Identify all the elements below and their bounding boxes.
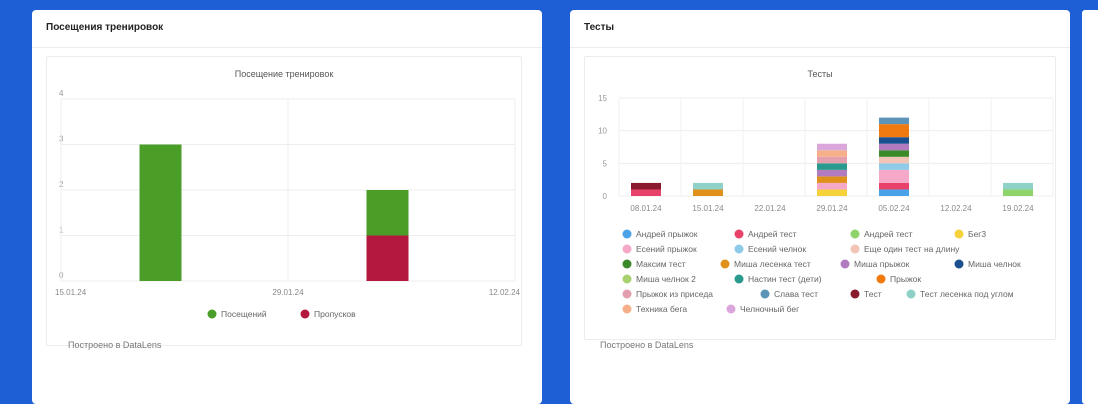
tests-bar xyxy=(817,163,847,170)
tests-legend-label: Миша челнок 2 xyxy=(636,274,696,284)
tests-bar xyxy=(631,182,661,190)
tests-legend-marker xyxy=(876,274,886,284)
tests-legend-marker xyxy=(760,289,770,299)
tests-legend-label: Настин тест (дети) xyxy=(748,274,822,284)
tests-legend-label: Миша челнок xyxy=(968,259,1021,269)
visits-bar xyxy=(139,144,182,281)
visits-x-tick-label: 29.01.24 xyxy=(272,288,304,297)
visits-built-by-label[interactable]: Построено в DataLens xyxy=(68,340,161,350)
tests-bar xyxy=(817,150,847,157)
tests-bar xyxy=(879,124,909,138)
tests-built-by-label[interactable]: Построено в DataLens xyxy=(600,340,693,350)
tests-legend-label: Миша лесенка тест xyxy=(734,259,811,269)
visits-bar xyxy=(366,235,409,281)
tests-legend-marker xyxy=(622,289,632,299)
tests-bar xyxy=(879,150,909,157)
tests-legend-label: Бег3 xyxy=(968,229,986,239)
visits-x-tick-label: 12.02.24 xyxy=(489,288,521,297)
tests-bar xyxy=(817,156,847,164)
tests-panel-title: Тесты xyxy=(570,10,1070,48)
visits-legend-marker xyxy=(300,309,310,319)
tests-y-tick-label: 0 xyxy=(603,192,608,201)
tests-legend-label: Андрей прыжок xyxy=(636,229,698,239)
tests-bar xyxy=(879,163,909,170)
tests-legend-marker xyxy=(734,274,744,284)
visits-legend-label: Посещений xyxy=(221,309,267,319)
tests-x-tick-label: 08.01.24 xyxy=(630,204,662,213)
tests-legend-label: Есений челнок xyxy=(748,244,806,254)
tests-bar xyxy=(693,189,723,196)
tests-legend-label: Техника бега xyxy=(636,304,687,314)
visits-x-tick-label: 15.01.24 xyxy=(55,288,87,297)
tests-bar xyxy=(631,189,661,196)
visits-chart: 0123415.01.2429.01.2412.02.24ПосещенийПр… xyxy=(55,89,521,319)
tests-legend-marker xyxy=(850,229,860,239)
visits-chart-card: Посещение тренировок 0123415.01.2429.01.… xyxy=(46,56,522,346)
tests-legend-marker xyxy=(850,244,860,254)
tests-bar xyxy=(879,156,909,164)
tests-bar xyxy=(879,189,909,196)
tests-legend-label: Максим тест xyxy=(636,259,686,269)
visits-legend-marker xyxy=(207,309,217,319)
tests-x-tick-label: 15.01.24 xyxy=(692,204,724,213)
tests-x-tick-label: 22.01.24 xyxy=(754,204,786,213)
tests-legend-marker xyxy=(734,244,744,254)
tests-legend-marker xyxy=(906,289,916,299)
tests-bar xyxy=(817,189,847,196)
tests-legend-marker xyxy=(840,259,850,269)
tests-bar xyxy=(879,117,909,125)
tests-legend-marker xyxy=(622,304,632,314)
tests-x-tick-label: 29.01.24 xyxy=(816,204,848,213)
visits-panel: Посещения тренировок Посещение тренирово… xyxy=(32,10,542,404)
tests-bar xyxy=(817,182,847,190)
tests-bar xyxy=(1003,189,1033,196)
tests-legend-label: Андрей тест xyxy=(748,229,797,239)
visits-y-tick-label: 4 xyxy=(59,89,64,98)
tests-legend-marker xyxy=(622,274,632,284)
tests-bar xyxy=(817,169,847,177)
tests-legend-label: Слава тест xyxy=(774,289,818,299)
tests-bar xyxy=(879,169,909,183)
tests-legend-label: Челночный бег xyxy=(740,304,799,314)
tests-legend-label: Прыжок из приседа xyxy=(636,289,713,299)
tests-legend-marker xyxy=(622,229,632,239)
tests-x-tick-label: 05.02.24 xyxy=(878,204,910,213)
visits-panel-title: Посещения тренировок xyxy=(32,10,542,48)
tests-bar xyxy=(1003,182,1033,190)
tests-y-tick-label: 15 xyxy=(598,94,607,103)
tests-bar xyxy=(817,176,847,183)
tests-legend-label: Миша прыжок xyxy=(854,259,910,269)
tests-legend-label: Есений прыжок xyxy=(636,244,697,254)
tests-bar xyxy=(879,137,909,144)
tests-legend-marker xyxy=(726,304,736,314)
tests-legend-marker xyxy=(720,259,730,269)
tests-y-tick-label: 10 xyxy=(598,127,607,136)
tests-legend-marker xyxy=(850,289,860,299)
tests-legend-marker xyxy=(622,244,632,254)
tests-x-tick-label: 12.02.24 xyxy=(940,204,972,213)
tests-legend-label: Тест лесенка под углом xyxy=(920,289,1014,299)
tests-chart: 0 5 10 15 08.01.24 15.01.24 22.01.24 29.01.24 05… xyxy=(598,94,1054,314)
tests-legend-label: Прыжок xyxy=(890,274,921,284)
tests-x-tick-label: 19.02.24 xyxy=(1002,204,1034,213)
tests-legend-marker xyxy=(622,259,632,269)
tests-legend-label: Еще один тест на длину xyxy=(864,244,960,254)
tests-legend-marker xyxy=(734,229,744,239)
tests-legend-label: Тест xyxy=(864,289,882,299)
tests-legend-marker xyxy=(954,229,964,239)
tests-chart-card: Тесты 0 5 10 15 08.01.24 15.01.24 22.01.24 29.0… xyxy=(584,56,1056,340)
tests-bar xyxy=(879,143,909,151)
next-panel-edge xyxy=(1082,10,1098,404)
tests-y-tick-label: 5 xyxy=(603,159,608,168)
visits-bar xyxy=(366,190,409,236)
visits-legend-label: Пропусков xyxy=(314,309,356,319)
tests-bar xyxy=(817,143,847,151)
tests-panel: Тесты Тесты 0 5 10 15 08.01.24 15.01.24 22.01.… xyxy=(570,10,1070,404)
tests-bar xyxy=(879,182,909,190)
tests-bar xyxy=(693,182,723,190)
tests-legend-label: Андрей тест xyxy=(864,229,913,239)
tests-legend-marker xyxy=(954,259,964,269)
